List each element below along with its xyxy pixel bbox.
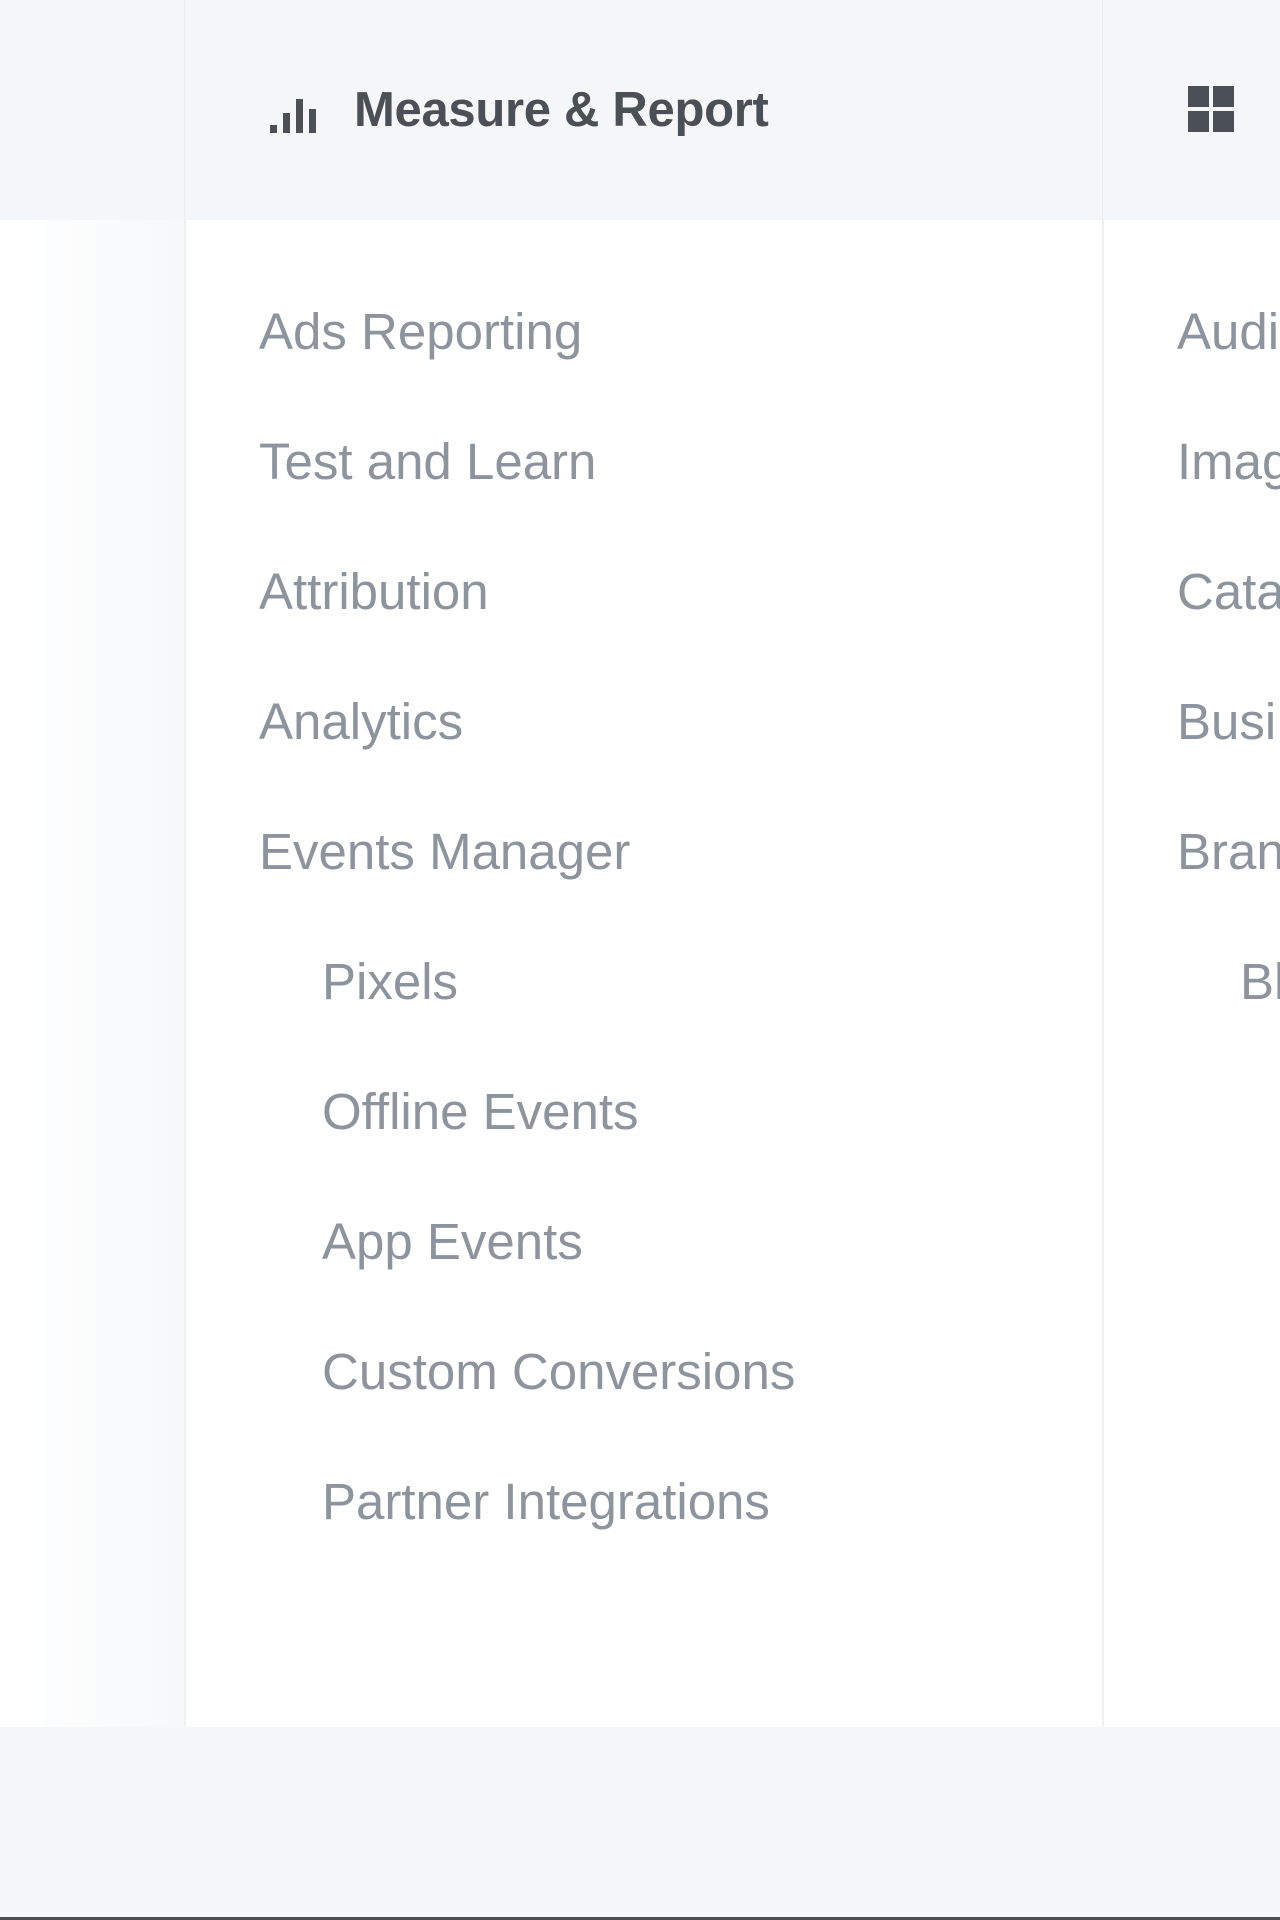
menu-item-assets-2[interactable]: Imag: [1177, 432, 1280, 492]
left-gutter: [0, 220, 184, 1727]
assets-header[interactable]: [1188, 80, 1236, 140]
menu-subitem-offline-events[interactable]: Offline Events: [322, 1082, 639, 1142]
menu-subitem-partner-integrations[interactable]: Partner Integrations: [322, 1472, 770, 1532]
menu-item-attribution[interactable]: Attribution: [259, 562, 489, 622]
menu-item-test-and-learn[interactable]: Test and Learn: [259, 432, 596, 492]
menu-footer: [0, 1727, 1280, 1917]
column-divider: [1102, 220, 1104, 1727]
menu-subitem-custom-conversions[interactable]: Custom Conversions: [322, 1342, 795, 1402]
column-divider: [184, 0, 185, 220]
menu-item-events-manager[interactable]: Events Manager: [259, 822, 630, 882]
column-divider: [184, 220, 186, 1727]
measure-report-header[interactable]: Measure & Report: [268, 80, 769, 140]
grid-icon: [1188, 86, 1236, 134]
menu-item-assets-5[interactable]: Bran: [1177, 822, 1280, 882]
measure-report-title: Measure & Report: [354, 83, 769, 137]
menu-item-assets-4[interactable]: Busi: [1177, 692, 1276, 752]
menu-item-analytics[interactable]: Analytics: [259, 692, 463, 752]
column-divider: [1102, 0, 1103, 220]
menu-item-ads-reporting[interactable]: Ads Reporting: [259, 302, 582, 362]
bar-chart-icon: [268, 85, 324, 135]
menu-item-assets-1[interactable]: Audi: [1177, 302, 1279, 362]
menu-subitem-assets-1[interactable]: Bl: [1240, 952, 1280, 1012]
menu-header: Measure & Report: [0, 0, 1280, 220]
menu-subitem-app-events[interactable]: App Events: [322, 1212, 583, 1272]
menu-subitem-pixels[interactable]: Pixels: [322, 952, 458, 1012]
menu-item-assets-3[interactable]: Cata: [1177, 562, 1280, 622]
